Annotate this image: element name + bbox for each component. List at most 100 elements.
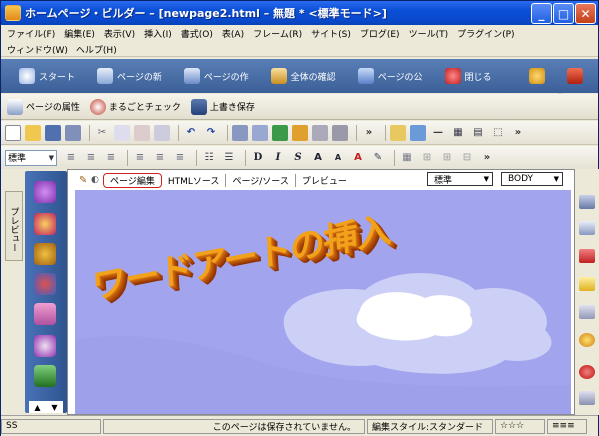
menu-format[interactable]: 書式(O) [181, 27, 213, 40]
font-color-icon[interactable]: A [350, 150, 366, 166]
insert-row-icon[interactable]: ⊞ [419, 150, 435, 166]
merge-cell-icon[interactable]: ⊟ [459, 150, 475, 166]
menu-view[interactable]: 表示(V) [104, 27, 135, 40]
gear-icon[interactable] [529, 68, 545, 84]
menu-plugin[interactable]: プラグイン(P) [457, 27, 514, 40]
cut-icon[interactable]: ✂ [94, 125, 110, 141]
tab-page-edit[interactable]: ページ編集 [103, 172, 162, 188]
strike-icon[interactable]: S [290, 150, 306, 166]
menu-table[interactable]: 表(A) [222, 27, 244, 40]
task-start[interactable]: スタート [19, 68, 75, 84]
style-dropdown[interactable]: 標準 [427, 172, 493, 186]
chain-link-icon[interactable] [34, 243, 56, 265]
menu-insert[interactable]: 挿入(I) [144, 27, 172, 40]
preview-icon[interactable] [332, 124, 348, 141]
menu-site[interactable]: サイト(S) [311, 27, 351, 40]
box-icon[interactable]: ⬚ [490, 125, 506, 141]
menu-help[interactable]: ヘルプ(H) [76, 43, 117, 56]
menu-blog[interactable]: ブログ(E) [360, 27, 400, 40]
edit-icon[interactable] [232, 124, 248, 141]
tab-html-source[interactable]: HTMLソース [162, 173, 227, 187]
undo-icon[interactable]: ↶ [183, 125, 199, 141]
full-check-button[interactable]: まるごとチェック [89, 98, 181, 115]
save-all-icon[interactable] [65, 124, 81, 141]
help-right-icon[interactable] [579, 365, 595, 379]
font-size-up-icon[interactable]: A [310, 150, 326, 166]
edit2-icon[interactable] [252, 124, 268, 141]
copy-right-icon[interactable] [579, 221, 595, 235]
style-select[interactable]: 標準 [5, 149, 57, 166]
bullet-list-icon[interactable]: ☷ [201, 150, 217, 166]
format-copy-icon[interactable] [154, 124, 170, 141]
more-icon[interactable]: » [361, 125, 377, 141]
text-art-icon[interactable] [34, 335, 56, 357]
frame-icon[interactable] [312, 124, 328, 141]
pen-icon[interactable]: ✎ [79, 175, 87, 186]
paste-icon[interactable] [134, 124, 150, 141]
parts-icon[interactable] [34, 213, 56, 235]
tag-dropdown[interactable]: BODY [501, 172, 563, 186]
small-icon[interactable]: ◐ [91, 175, 99, 185]
page-properties-button[interactable]: ページの属性 [7, 98, 80, 115]
link-icon[interactable] [272, 124, 288, 141]
outdent-icon[interactable]: ≡ [152, 150, 168, 166]
task-close[interactable]: 閉じる [444, 68, 492, 84]
pencil-icon[interactable] [390, 124, 406, 141]
book-icon[interactable] [567, 68, 583, 84]
cube-icon[interactable] [34, 273, 56, 295]
menu-window[interactable]: ウィンドウ(W) [7, 43, 68, 56]
menu-edit[interactable]: 編集(E) [64, 27, 95, 40]
menu-file[interactable]: ファイル(F) [7, 27, 55, 40]
align-left-icon[interactable]: ≡ [63, 150, 79, 166]
page-edit-canvas[interactable]: ワードアートの挿入 [75, 190, 571, 414]
link2-icon[interactable] [292, 124, 308, 141]
pages-icon[interactable] [34, 303, 56, 325]
layout-right-icon[interactable] [579, 305, 595, 319]
close-button[interactable]: ✕ [575, 3, 596, 24]
copy-icon[interactable] [114, 124, 130, 141]
tab-preview[interactable]: プレビュー [296, 174, 353, 187]
image-icon[interactable] [410, 124, 426, 141]
table-grid-icon[interactable]: ▦ [399, 150, 415, 166]
italic-icon[interactable]: I [270, 150, 286, 166]
task-check-all[interactable]: 全体の確認 [270, 68, 336, 84]
redo-icon[interactable]: ↷ [203, 125, 219, 141]
maximize-button[interactable]: □ [553, 3, 574, 24]
font-letter-icon[interactable] [34, 181, 56, 203]
menu-tools[interactable]: ツール(T) [409, 27, 449, 40]
numbered-list-icon[interactable]: ☰ [221, 150, 237, 166]
task-publish[interactable]: ページの公 [357, 68, 423, 84]
table-green-icon[interactable] [34, 365, 56, 387]
overwrite-save-button[interactable]: 上書き保存 [190, 98, 255, 115]
grid-icon[interactable]: ▤ [470, 125, 486, 141]
tab-page-source[interactable]: ページ/ソース [226, 173, 296, 187]
insert-col-icon[interactable]: ⊞ [439, 150, 455, 166]
arrow-down-icon[interactable]: ▼ [51, 403, 57, 412]
save-file-icon[interactable] [45, 124, 61, 141]
preview-side-tab[interactable]: プレビュー [5, 191, 23, 261]
list-icon[interactable]: ≡ [172, 150, 188, 166]
open-folder-icon[interactable] [25, 124, 41, 141]
font-size-down-icon[interactable]: A [330, 150, 346, 166]
doc-right-icon[interactable] [579, 391, 595, 405]
task-page-create[interactable]: ページの作 [183, 68, 249, 84]
highlight-icon[interactable]: ✎ [370, 150, 386, 166]
table-icon[interactable]: ▦ [450, 125, 466, 141]
arrow-up-icon[interactable]: ▲ [34, 403, 40, 412]
pages-right-icon[interactable] [579, 195, 595, 209]
align-center-icon[interactable]: ≡ [83, 150, 99, 166]
indent-icon[interactable]: ≡ [132, 150, 148, 166]
site-right-icon[interactable] [579, 249, 595, 263]
more2-icon[interactable]: » [510, 125, 526, 141]
bold-icon[interactable]: D [250, 150, 266, 166]
folder-right-icon[interactable] [579, 277, 595, 291]
menu-frame[interactable]: フレーム(R) [253, 27, 302, 40]
new-file-icon[interactable] [5, 124, 21, 141]
task-new-page[interactable]: ページの新 [97, 68, 162, 84]
line-icon[interactable]: — [430, 125, 446, 141]
more3-icon[interactable]: » [479, 150, 495, 166]
sun-right-icon[interactable] [579, 333, 595, 347]
minimize-button[interactable]: _ [531, 3, 552, 24]
panel-scroll[interactable]: ▲ ▼ [29, 401, 63, 413]
align-right-icon[interactable]: ≡ [103, 150, 119, 166]
